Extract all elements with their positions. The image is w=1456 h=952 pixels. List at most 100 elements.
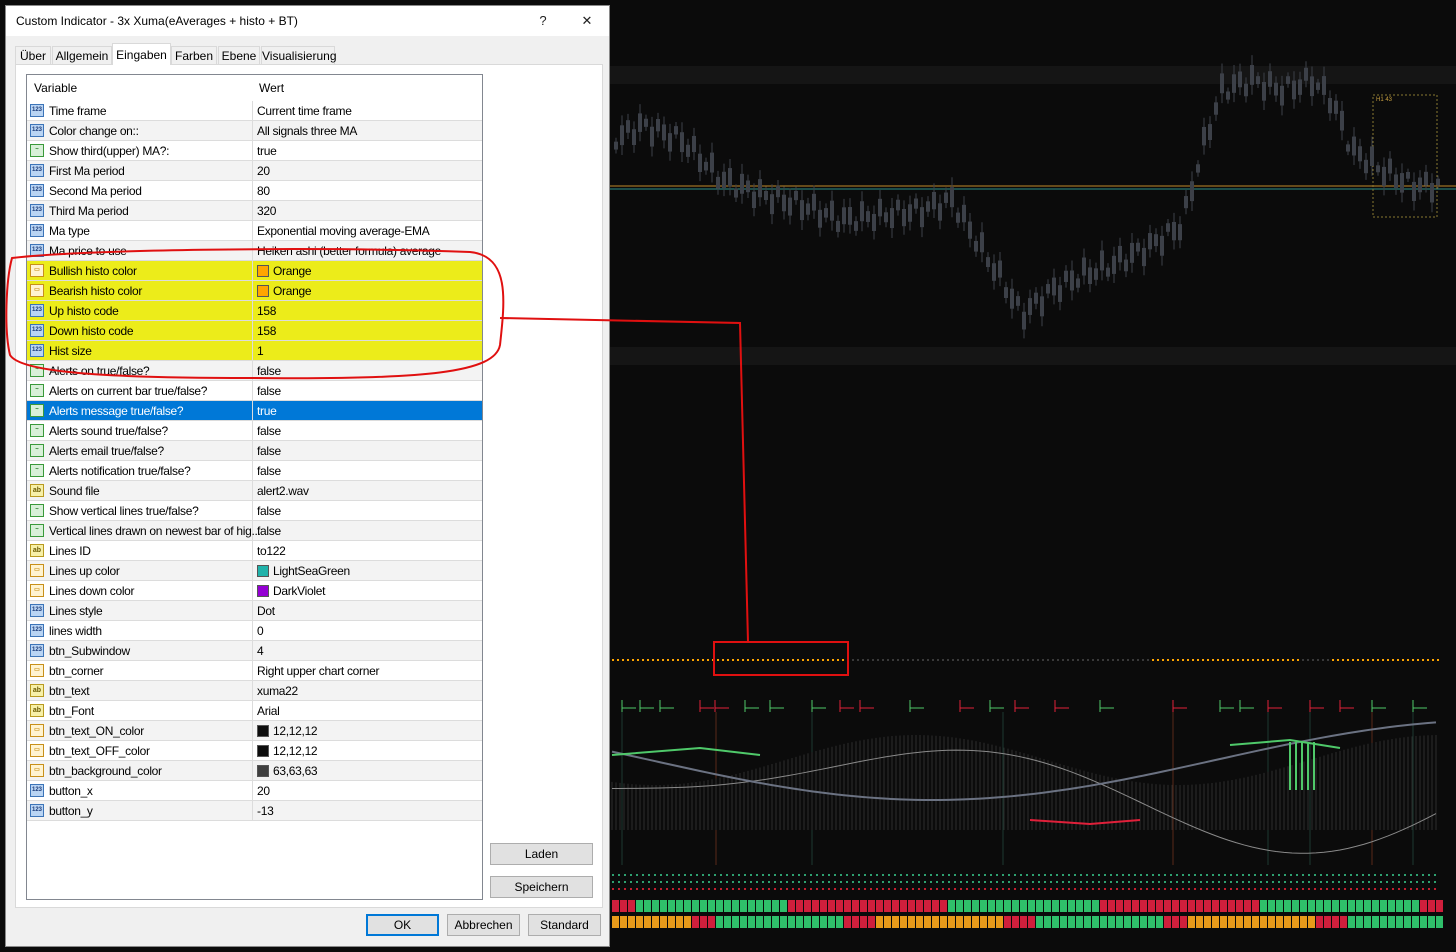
signal-dot xyxy=(1128,881,1130,883)
input-row[interactable]: ▭ Bearish histo color Orange xyxy=(27,281,482,301)
variable-value[interactable]: Right upper chart corner xyxy=(257,664,380,678)
signal-dot xyxy=(642,874,644,876)
input-row[interactable]: 123 Hist size 1 xyxy=(27,341,482,361)
save-button[interactable]: Speichern xyxy=(490,876,593,898)
signal-dot xyxy=(1164,888,1166,890)
input-row[interactable]: ~ Alerts email true/false? false xyxy=(27,441,482,461)
input-row[interactable]: 123 Down histo code 158 xyxy=(27,321,482,341)
input-row[interactable]: ~ Alerts sound true/false? false xyxy=(27,421,482,441)
variable-value[interactable]: 12,12,12 xyxy=(273,744,318,758)
variable-value[interactable]: Arial xyxy=(257,704,280,718)
input-row[interactable]: 123 Third Ma period 320 xyxy=(27,201,482,221)
color-swatch[interactable] xyxy=(257,565,269,577)
variable-value[interactable]: Orange xyxy=(273,284,312,298)
variable-value[interactable]: 320 xyxy=(257,204,276,218)
variable-value[interactable]: 20 xyxy=(257,784,270,798)
input-row[interactable]: 123 button_x 20 xyxy=(27,781,482,801)
column-variable[interactable]: Variable xyxy=(34,81,77,95)
color-swatch[interactable] xyxy=(257,265,269,277)
variable-value[interactable]: Orange xyxy=(273,264,312,278)
input-row[interactable]: 123 Ma price to use Heiken ashi (better fo… xyxy=(27,241,482,261)
input-row[interactable]: ~ Vertical lines drawn on newest bar of h… xyxy=(27,521,482,541)
variable-value[interactable]: DarkViolet xyxy=(273,584,325,598)
input-row[interactable]: ~ Alerts on true/false? false xyxy=(27,361,482,381)
color-swatch[interactable] xyxy=(257,745,269,757)
variable-value[interactable]: 12,12,12 xyxy=(273,724,318,738)
signal-dot xyxy=(636,874,638,876)
variable-value[interactable]: false xyxy=(257,524,281,538)
title-bar: Custom Indicator - 3x Xuma(eAverages + h… xyxy=(6,6,609,36)
color-swatch[interactable] xyxy=(257,725,269,737)
input-row[interactable]: ~ Show vertical lines true/false? false xyxy=(27,501,482,521)
input-row[interactable]: ~ Alerts notification true/false? false xyxy=(27,461,482,481)
variable-value[interactable]: 63,63,63 xyxy=(273,764,318,778)
variable-value[interactable]: true xyxy=(257,144,277,158)
input-row[interactable]: 123 First Ma period 20 xyxy=(27,161,482,181)
variable-value[interactable]: xuma22 xyxy=(257,684,298,698)
variable-value[interactable]: Heiken ashi (better formula) average xyxy=(257,244,441,258)
variable-value[interactable]: 1 xyxy=(257,344,264,358)
input-row[interactable]: ▭ Lines up color LightSeaGreen xyxy=(27,561,482,581)
tab-eingaben[interactable]: Eingaben xyxy=(112,43,171,65)
color-swatch[interactable] xyxy=(257,585,269,597)
input-row[interactable]: ▭ btn_background_color 63,63,63 xyxy=(27,761,482,781)
variable-value[interactable]: false xyxy=(257,384,281,398)
tab-ueber[interactable]: Über xyxy=(15,46,51,64)
variable-value[interactable]: Dot xyxy=(257,604,275,618)
variable-value[interactable]: 80 xyxy=(257,184,270,198)
tab-ebene[interactable]: Ebene xyxy=(218,46,260,64)
color-swatch[interactable] xyxy=(257,765,269,777)
input-row[interactable]: ab btn_Font Arial xyxy=(27,701,482,721)
input-row[interactable]: ab Lines ID to122 xyxy=(27,541,482,561)
input-row[interactable]: ▭ Bullish histo color Orange xyxy=(27,261,482,281)
variable-value[interactable]: All signals three MA xyxy=(257,124,357,138)
variable-value[interactable]: 158 xyxy=(257,324,276,338)
input-row[interactable]: 123 Second Ma period 80 xyxy=(27,181,482,201)
variable-value[interactable]: to122 xyxy=(257,544,286,558)
input-row[interactable]: ▭ btn_corner Right upper chart corner xyxy=(27,661,482,681)
variable-value[interactable]: false xyxy=(257,504,281,518)
variable-value[interactable]: 0 xyxy=(257,624,264,638)
variable-value[interactable]: 20 xyxy=(257,164,270,178)
variable-value[interactable]: Exponential moving average-EMA xyxy=(257,224,430,238)
variable-value[interactable]: false xyxy=(257,444,281,458)
variable-value[interactable]: alert2.wav xyxy=(257,484,309,498)
input-row[interactable]: 123 Lines style Dot xyxy=(27,601,482,621)
input-row[interactable]: ab btn_text xuma22 xyxy=(27,681,482,701)
variable-value[interactable]: false xyxy=(257,364,281,378)
input-row[interactable]: ~ Alerts on current bar true/false? false xyxy=(27,381,482,401)
input-row[interactable]: ab Sound file alert2.wav xyxy=(27,481,482,501)
variable-value[interactable]: true xyxy=(257,404,277,418)
variable-value[interactable]: -13 xyxy=(257,804,274,818)
variable-value[interactable]: false xyxy=(257,424,281,438)
input-row[interactable]: 123 Ma type Exponential moving average-EMA xyxy=(27,221,482,241)
help-button[interactable]: ? xyxy=(526,10,560,32)
input-row[interactable]: 123 Color change on:: All signals three MA xyxy=(27,121,482,141)
variable-value[interactable]: LightSeaGreen xyxy=(273,564,350,578)
cancel-button[interactable]: Abbrechen xyxy=(447,914,520,936)
close-icon[interactable]: ✕ xyxy=(570,10,604,32)
column-value[interactable]: Wert xyxy=(259,81,284,95)
input-row[interactable]: ~ Alerts message true/false? true xyxy=(27,401,482,421)
default-button[interactable]: Standard xyxy=(528,914,601,936)
input-row[interactable]: ▭ btn_text_OFF_color 12,12,12 xyxy=(27,741,482,761)
input-row[interactable]: 123 button_y -13 xyxy=(27,801,482,821)
variable-value[interactable]: 158 xyxy=(257,304,276,318)
ok-button[interactable]: OK xyxy=(366,914,439,936)
color-swatch[interactable] xyxy=(257,285,269,297)
input-row[interactable]: ▭ Lines down color DarkViolet xyxy=(27,581,482,601)
input-row[interactable]: ▭ btn_text_ON_color 12,12,12 xyxy=(27,721,482,741)
input-row[interactable]: 123 lines width 0 xyxy=(27,621,482,641)
input-row[interactable]: 123 Up histo code 158 xyxy=(27,301,482,321)
variable-value[interactable]: Current time frame xyxy=(257,104,352,118)
variable-value[interactable]: false xyxy=(257,464,281,478)
tab-farben[interactable]: Farben xyxy=(171,46,217,64)
tab-allgemein[interactable]: Allgemein xyxy=(52,46,112,64)
input-row[interactable]: 123 btn_Subwindow 4 xyxy=(27,641,482,661)
variable-value[interactable]: 4 xyxy=(257,644,264,658)
candle-body xyxy=(1178,224,1182,241)
load-button[interactable]: Laden xyxy=(490,843,593,865)
tab-visualisierung[interactable]: Visualisierung xyxy=(261,46,337,64)
input-row[interactable]: ~ Show third(upper) MA?: true xyxy=(27,141,482,161)
input-row[interactable]: 123 Time frame Current time frame xyxy=(27,101,482,121)
